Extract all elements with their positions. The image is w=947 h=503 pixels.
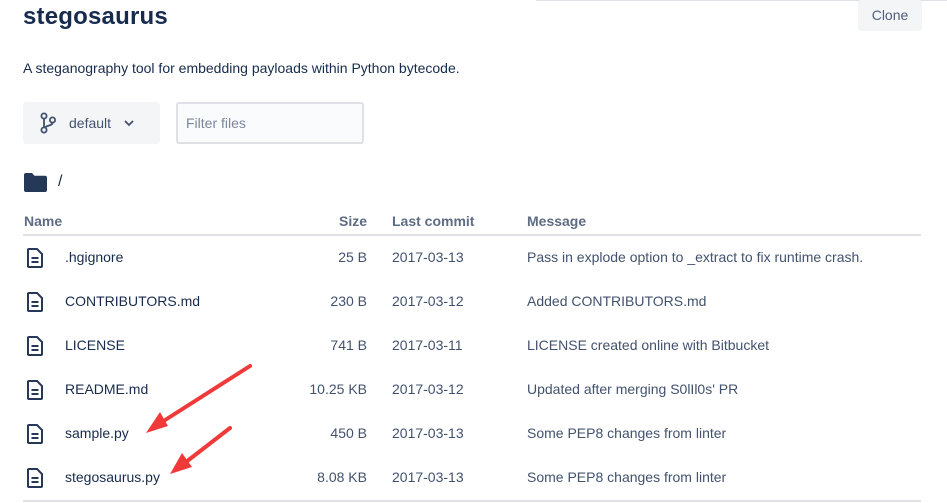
file-link[interactable]: stegosaurus.py <box>65 469 160 485</box>
path-root-link[interactable]: / <box>58 173 62 191</box>
table-row: sample.py 450 B 2017-03-13 Some PEP8 cha… <box>23 412 921 456</box>
file-icon <box>27 248 43 268</box>
repo-description: A steganography tool for embedding paylo… <box>23 60 460 76</box>
file-size: 10.25 KB <box>309 381 367 397</box>
file-icon <box>27 380 43 400</box>
column-header-name[interactable]: Name <box>24 213 62 229</box>
column-header-message[interactable]: Message <box>527 213 586 229</box>
file-size: 25 B <box>338 249 367 265</box>
table-row: stegosaurus.py 8.08 KB 2017-03-13 Some P… <box>23 456 921 500</box>
table-row: README.md 10.25 KB 2017-03-12 Updated af… <box>23 368 921 412</box>
table-row: .hgignore 25 B 2017-03-13 Pass in explod… <box>23 236 921 280</box>
commit-message[interactable]: Pass in explode option to _extract to fi… <box>527 249 863 265</box>
file-icon <box>27 336 43 356</box>
file-link[interactable]: README.md <box>65 381 148 397</box>
clone-button[interactable]: Clone <box>858 0 922 31</box>
commit-date: 2017-03-11 <box>392 337 463 353</box>
column-header-last-commit[interactable]: Last commit <box>392 213 474 229</box>
commit-date: 2017-03-13 <box>392 249 464 265</box>
file-link[interactable]: sample.py <box>65 425 129 441</box>
table-row: CONTRIBUTORS.md 230 B 2017-03-12 Added C… <box>23 280 921 324</box>
branch-label: default <box>69 115 112 131</box>
file-size: 741 B <box>330 337 367 353</box>
file-size: 450 B <box>330 425 367 441</box>
file-table: Name Size Last commit Message .hgignore … <box>23 210 921 502</box>
commit-date: 2017-03-12 <box>392 381 464 397</box>
file-icon <box>27 292 43 312</box>
commit-message[interactable]: Some PEP8 changes from linter <box>527 425 726 441</box>
file-link[interactable]: CONTRIBUTORS.md <box>65 293 200 309</box>
file-link[interactable]: LICENSE <box>65 337 125 353</box>
filter-files-input[interactable] <box>176 102 364 144</box>
repo-title: stegosaurus <box>23 3 168 30</box>
commit-message[interactable]: LICENSE created online with Bitbucket <box>527 337 769 353</box>
table-bottom-border <box>23 500 921 502</box>
commit-date: 2017-03-13 <box>392 425 464 441</box>
commit-date: 2017-03-12 <box>392 293 464 309</box>
file-icon <box>27 424 43 444</box>
branch-selector-button[interactable]: default <box>23 102 160 144</box>
file-icon <box>27 468 43 488</box>
table-row: LICENSE 741 B 2017-03-11 LICENSE created… <box>23 324 921 368</box>
commit-date: 2017-03-13 <box>392 469 464 485</box>
folder-icon <box>24 172 47 192</box>
branch-icon <box>39 112 57 134</box>
table-header: Name Size Last commit Message <box>23 210 921 236</box>
chevron-down-icon <box>123 117 135 129</box>
column-header-size[interactable]: Size <box>339 213 367 229</box>
commit-message[interactable]: Some PEP8 changes from linter <box>527 469 726 485</box>
file-size: 8.08 KB <box>317 469 367 485</box>
breadcrumb: / <box>24 172 62 192</box>
commit-message[interactable]: Added CONTRIBUTORS.md <box>527 293 706 309</box>
file-link[interactable]: .hgignore <box>65 249 123 265</box>
file-size: 230 B <box>330 293 367 309</box>
commit-message[interactable]: Updated after merging S0lIl0s' PR <box>527 381 738 397</box>
